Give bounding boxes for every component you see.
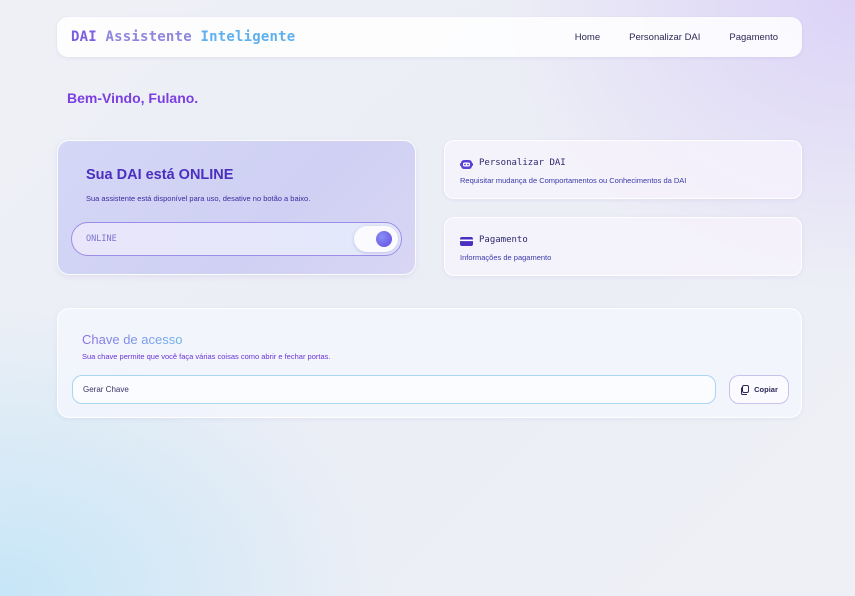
access-key-title: Chave de acesso [82,332,183,347]
brand-subtitle-1: Assistente [105,29,192,45]
status-title: Sua DAI está ONLINE [86,167,234,183]
welcome-message: Bem-Vindo, Fulano. [67,90,199,106]
nav-link-pagamento[interactable]: Pagamento [729,32,778,43]
status-card: Sua DAI está ONLINE Sua assistente está … [57,140,416,275]
top-navbar: DAI Assistente Inteligente Home Personal… [57,17,802,57]
nav-link-personalizar[interactable]: Personalizar DAI [629,32,700,43]
toggle-knob [376,231,392,247]
online-toggle-switch[interactable] [354,226,398,252]
personalizar-card-description: Requisitar mudança de Comportamentos ou … [460,176,687,185]
status-toggle-bar: ONLINE [71,222,402,256]
pagamento-card-description: Informações de pagamento [460,253,552,262]
nav-links: Home Personalizar DAI Pagamento [575,32,778,43]
personalizar-card-title: Personalizar DAI [479,157,566,168]
copy-icon [741,384,750,395]
toggle-label: ONLINE [86,234,117,244]
brand-name: DAI [71,29,97,45]
nav-link-home[interactable]: Home [575,32,600,43]
pagamento-card-header: Pagamento [460,234,528,246]
brand-logo[interactable]: DAI Assistente Inteligente [71,29,295,45]
personalizar-card[interactable]: Personalizar DAI Requisitar mudança de C… [444,140,802,199]
robot-face-icon [460,157,473,169]
pagamento-card[interactable]: Pagamento Informações de pagamento [444,217,802,276]
access-key-card: Chave de acesso Sua chave permite que vo… [57,308,802,418]
copy-button[interactable]: Copiar [729,375,789,404]
status-description: Sua assistente está disponível para uso,… [86,194,311,203]
brand-subtitle-2: Inteligente [200,29,296,45]
personalizar-card-header: Personalizar DAI [460,157,566,169]
access-key-description: Sua chave permite que você faça várias c… [82,352,331,361]
pagamento-card-title: Pagamento [479,234,528,245]
access-key-input[interactable] [72,375,716,404]
copy-button-label: Copiar [754,385,778,394]
credit-card-icon [460,234,473,246]
